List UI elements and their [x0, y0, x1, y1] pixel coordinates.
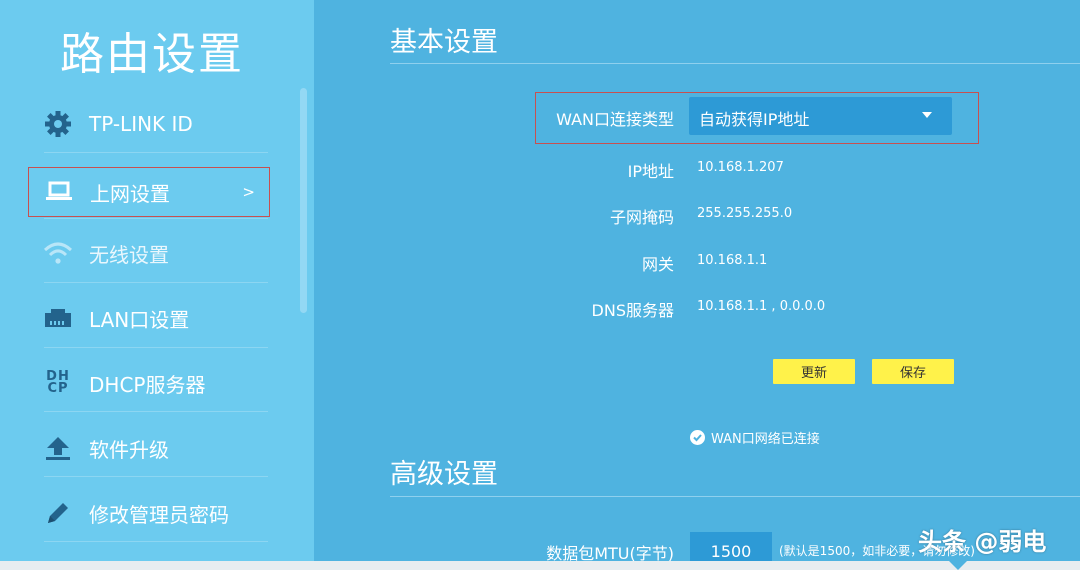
nav-divider — [44, 282, 268, 283]
laptop-icon — [43, 177, 75, 207]
sidebar-item-admin-password[interactable]: 修改管理员密码 — [28, 488, 270, 538]
nav-divider — [44, 476, 268, 477]
nav-divider — [44, 218, 268, 219]
sidebar-item-label: DHCP服务器 — [89, 372, 206, 397]
sidebar-item-label: TP-LINK ID — [89, 112, 193, 136]
sidebar-item-label: 修改管理员密码 — [89, 502, 229, 527]
sidebar-item-lan[interactable]: LAN口设置 — [28, 293, 270, 343]
sidebar-item-label: LAN口设置 — [89, 307, 190, 332]
dns-server-value: 10.168.1.1 , 0.0.0.0 — [697, 299, 826, 314]
nav-divider — [44, 411, 268, 412]
wifi-icon — [42, 238, 74, 268]
sidebar-item-dhcp[interactable]: DH CP DHCP服务器 — [28, 358, 270, 408]
sidebar-scrollbar[interactable] — [300, 88, 307, 313]
subnet-mask-value: 255.255.255.0 — [697, 206, 793, 221]
gateway-label: 网关 — [641, 255, 674, 274]
pencil-icon — [42, 498, 74, 528]
bottom-notch — [949, 561, 967, 570]
section-divider — [390, 496, 1080, 497]
save-button[interactable]: 保存 — [872, 359, 954, 384]
sidebar-item-label: 软件升级 — [89, 437, 169, 462]
sidebar-item-internet[interactable]: 上网设置 > — [28, 167, 270, 217]
sidebar-item-tplink-id[interactable]: TP-LINK ID — [28, 99, 270, 149]
bottom-bar — [0, 561, 1080, 570]
nav-divider — [44, 152, 268, 153]
sidebar-title: 路由设置 — [60, 29, 244, 80]
wan-type-value: 自动获得IP地址 — [699, 110, 810, 129]
lan-port-icon — [42, 303, 74, 333]
chevron-right-icon: > — [242, 183, 255, 201]
sidebar-item-upgrade[interactable]: 软件升级 — [28, 423, 270, 473]
check-circle-icon — [690, 429, 705, 445]
gateway-value: 10.168.1.1 — [697, 253, 768, 268]
wan-type-select[interactable]: 自动获得IP地址 — [689, 97, 952, 135]
dhcp-icon: DH CP — [46, 369, 70, 396]
basic-settings-title: 基本设置 — [390, 27, 498, 58]
ip-address-value: 10.168.1.207 — [697, 160, 784, 175]
sidebar-item-label: 无线设置 — [89, 242, 169, 267]
advanced-settings-title: 高级设置 — [390, 459, 498, 490]
section-divider — [390, 63, 1080, 64]
wan-status: WAN口网络已连接 — [690, 428, 820, 447]
subnet-mask-label: 子网掩码 — [609, 208, 674, 227]
gear-icon — [42, 109, 74, 139]
refresh-button[interactable]: 更新 — [773, 359, 855, 384]
nav-divider — [44, 347, 268, 348]
watermark: 头条 @弱电 — [918, 528, 1047, 556]
sidebar-item-label: 上网设置 — [90, 181, 170, 206]
nav-divider — [44, 541, 268, 542]
dns-server-label: DNS服务器 — [591, 301, 674, 320]
wan-status-text: WAN口网络已连接 — [711, 431, 820, 447]
sidebar-item-wireless[interactable]: 无线设置 — [28, 228, 270, 278]
upload-icon — [42, 433, 74, 463]
caret-down-icon — [922, 112, 932, 118]
ip-address-label: IP地址 — [627, 162, 674, 181]
sidebar: 路由设置 TP-LINK ID 上网设置 > 无线设置 LAN口设置 DH CP… — [0, 0, 314, 570]
wan-type-label: WAN口连接类型 — [556, 110, 674, 129]
